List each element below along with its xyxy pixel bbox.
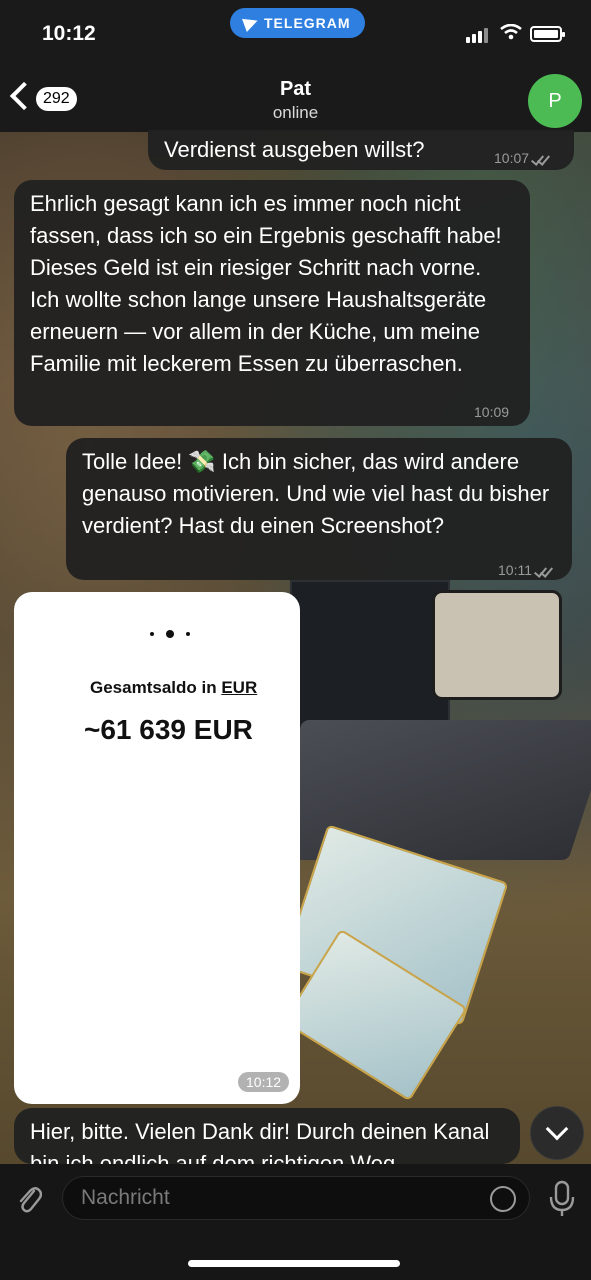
chat-header: 292 Pat online P: [0, 60, 591, 132]
message-time: 10:11: [498, 554, 553, 586]
microphone-icon[interactable]: [548, 1180, 576, 1218]
chat-title[interactable]: Pat: [0, 78, 591, 101]
home-indicator: [188, 1260, 400, 1267]
signal-icon: [466, 28, 488, 43]
attach-icon[interactable]: [16, 1182, 42, 1216]
message-outgoing[interactable]: Tolle Idee! 💸 Ich bin sicher, das wird a…: [66, 438, 572, 580]
message-text: Hier, bitte. Vielen Dank dir! Durch dein…: [30, 1119, 490, 1164]
avatar[interactable]: P: [528, 74, 582, 128]
message-input[interactable]: Nachricht: [62, 1176, 530, 1220]
message-incoming[interactable]: Hier, bitte. Vielen Dank dir! Durch dein…: [14, 1108, 520, 1164]
status-bar: 10:12 TELEGRAM: [0, 0, 591, 60]
chat-status: online: [272, 103, 319, 122]
wifi-icon: [500, 24, 522, 40]
message-incoming[interactable]: Ehrlich gesagt kann ich es immer noch ni…: [14, 180, 530, 426]
sticker-icon[interactable]: [490, 1186, 516, 1212]
wallpaper-pillow: [432, 590, 562, 700]
status-time: 10:12: [42, 22, 96, 45]
scroll-down-button[interactable]: [530, 1106, 584, 1160]
message-time: 10:07: [494, 142, 550, 174]
loading-dots-icon: [150, 630, 190, 638]
scroll-down-icon: [545, 1117, 569, 1141]
message-text: Ehrlich gesagt kann ich es immer noch ni…: [30, 191, 502, 376]
currency-link: EUR: [221, 678, 258, 697]
message-image[interactable]: [14, 592, 300, 1104]
wallpaper-laptop-base: [257, 720, 591, 860]
balance-label: Gesamtsaldo in EUR: [90, 678, 258, 697]
battery-icon: [530, 26, 565, 42]
telegram-badge-label: TELEGRAM: [264, 15, 351, 31]
read-check-icon: [535, 565, 553, 575]
message-outgoing[interactable]: Verdienst ausgeben willst? 10:07: [148, 130, 574, 170]
message-time: 10:12: [238, 1072, 290, 1092]
telegram-plane-icon: [242, 14, 260, 32]
message-text: Tolle Idee! 💸 Ich bin sicher, das wird a…: [82, 449, 550, 538]
telegram-badge[interactable]: TELEGRAM: [230, 8, 365, 38]
read-check-icon: [532, 153, 550, 163]
balance-amount: ~61 639 EUR: [84, 714, 253, 745]
message-time: 10:09: [474, 404, 510, 420]
